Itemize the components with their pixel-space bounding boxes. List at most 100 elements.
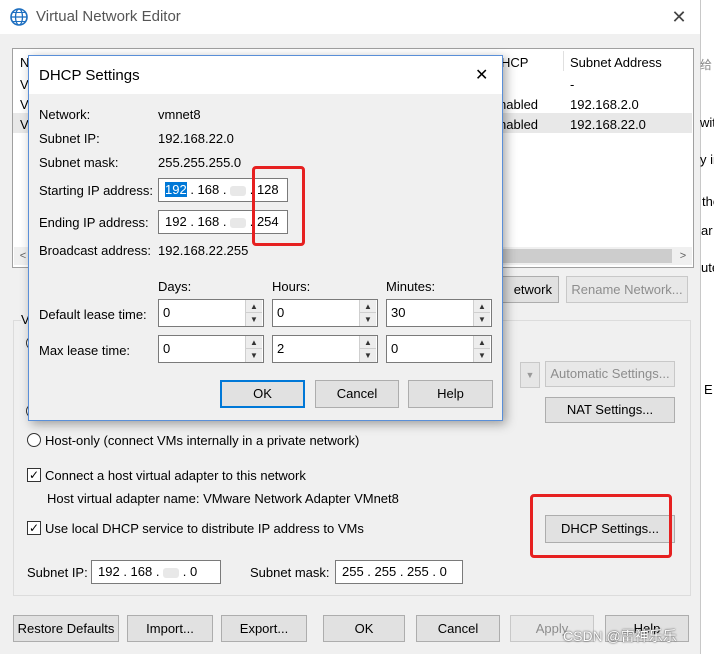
globe-network-icon	[10, 8, 28, 26]
redacted-octet	[230, 217, 247, 228]
table-row-dhcp-cell: nabled	[499, 97, 539, 112]
ending-ip-label: Ending IP address:	[39, 215, 149, 230]
spinner-value: 0	[391, 341, 399, 356]
dialog-cancel-button[interactable]: Cancel	[315, 380, 399, 408]
table-row-subnet-cell: -	[570, 77, 575, 92]
import-button[interactable]: Import...	[127, 615, 213, 642]
spin-down-icon[interactable]: ▼	[360, 313, 376, 326]
automatic-settings-button[interactable]: Automatic Settings...	[545, 361, 675, 387]
ip-octet-4: 0	[189, 564, 198, 579]
days-label: Days:	[158, 279, 192, 294]
hours-label: Hours:	[272, 279, 311, 294]
network-label: Network:	[39, 107, 91, 122]
edge-text: 给	[700, 58, 713, 72]
dialog-title: DHCP Settings	[39, 67, 140, 84]
close-icon[interactable]: ✕	[668, 6, 690, 28]
spin-up-icon[interactable]: ▲	[246, 336, 262, 349]
bridged-dropdown-arrow[interactable]: ▼	[520, 362, 540, 388]
use-dhcp-checkbox[interactable]: ✓	[27, 521, 41, 535]
edge-text: ute	[701, 260, 714, 275]
highlight-box	[530, 494, 672, 558]
highlight-box	[252, 166, 305, 246]
edge-text: with	[700, 115, 714, 130]
connect-adapter-label: Connect a host virtual adapter to this n…	[45, 468, 306, 483]
column-header-dhcp[interactable]: HCP	[501, 55, 528, 70]
close-icon[interactable]: ✕	[475, 65, 488, 85]
dialog-titlebar: DHCP Settings ✕	[29, 56, 502, 94]
redacted-octet	[230, 185, 247, 196]
spin-down-icon[interactable]: ▼	[246, 313, 262, 326]
spin-up-icon[interactable]: ▲	[360, 336, 376, 349]
connect-adapter-checkbox[interactable]: ✓	[27, 468, 41, 482]
max-lease-label: Max lease time:	[39, 343, 131, 358]
spinner-value: 0	[163, 341, 171, 356]
broadcast-label: Broadcast address:	[39, 243, 152, 258]
spin-up-icon[interactable]: ▲	[474, 300, 490, 313]
column-divider	[563, 51, 564, 71]
default-days-spinner[interactable]: 0 ▲ ▼	[158, 299, 264, 327]
window-title: Virtual Network Editor	[36, 8, 181, 25]
default-hours-spinner[interactable]: 0 ▲ ▼	[272, 299, 378, 327]
subnet-mask-label: Subnet mask:	[39, 155, 119, 170]
default-lease-label: Default lease time:	[39, 307, 147, 322]
column-header-subnet[interactable]: Subnet Address	[570, 55, 662, 70]
subnet-mask-field[interactable]: 255 . 255 . 255 . 0	[335, 560, 463, 584]
subnet-ip-field[interactable]: 192 . 168 . . 0	[91, 560, 221, 584]
ok-button[interactable]: OK	[323, 615, 405, 642]
redacted-octet	[163, 567, 180, 578]
starting-ip-label: Starting IP address:	[39, 183, 153, 198]
subnet-mask-value: 255.255.255.0	[158, 155, 242, 170]
spin-down-icon[interactable]: ▼	[360, 349, 376, 362]
adapter-name-label: Host virtual adapter name: VMware Networ…	[47, 491, 399, 506]
ip-octet-2: 168	[197, 182, 220, 197]
subnet-ip-value: 192.168.22.0	[158, 131, 234, 146]
ip-octet-1: 192	[165, 182, 187, 197]
edge-text: ar	[701, 223, 713, 238]
nat-settings-button[interactable]: NAT Settings...	[545, 397, 675, 423]
spin-up-icon[interactable]: ▲	[474, 336, 490, 349]
network-value: vmnet8	[158, 107, 201, 122]
spin-down-icon[interactable]: ▼	[474, 349, 490, 362]
table-row-subnet-cell: 192.168.2.0	[570, 97, 639, 112]
dhcp-settings-dialog: DHCP Settings ✕ Network: vmnet8 Subnet I…	[28, 55, 503, 421]
table-row-subnet-cell: 192.168.22.0	[570, 117, 646, 132]
max-hours-spinner[interactable]: 2 ▲ ▼	[272, 335, 378, 363]
watermark: CSDN @雷神乐乐	[563, 628, 677, 644]
broadcast-value: 192.168.22.255	[158, 243, 249, 258]
spin-up-icon[interactable]: ▲	[246, 300, 262, 313]
dialog-ok-button[interactable]: OK	[220, 380, 305, 408]
ip-octet-2: 168	[130, 564, 153, 579]
edge-text: y in	[700, 152, 714, 167]
background-window-edge	[701, 0, 714, 654]
restore-defaults-button[interactable]: Restore Defaults	[13, 615, 119, 642]
spin-up-icon[interactable]: ▲	[360, 300, 376, 313]
host-only-radio[interactable]	[27, 433, 41, 447]
edge-text: E	[704, 382, 713, 397]
use-dhcp-label: Use local DHCP service to distribute IP …	[45, 521, 364, 536]
export-button[interactable]: Export...	[221, 615, 307, 642]
spinner-value: 0	[277, 305, 285, 320]
table-row-dhcp-cell: nabled	[499, 117, 539, 132]
ip-octet-1: 192	[165, 214, 187, 229]
subnet-mask-label: Subnet mask:	[250, 565, 330, 580]
spinner-value: 2	[277, 341, 285, 356]
dialog-help-button[interactable]: Help	[408, 380, 493, 408]
main-titlebar: Virtual Network Editor ✕	[0, 0, 700, 34]
ip-octet-1: 192	[98, 564, 120, 579]
edge-text: the	[702, 194, 714, 209]
ip-octet-2: 168	[197, 214, 220, 229]
minutes-label: Minutes:	[386, 279, 436, 294]
spin-down-icon[interactable]: ▼	[474, 313, 490, 326]
spinner-value: 0	[163, 305, 171, 320]
max-minutes-spinner[interactable]: 0 ▲ ▼	[386, 335, 492, 363]
cancel-button[interactable]: Cancel	[416, 615, 500, 642]
subnet-ip-label: Subnet IP:	[27, 565, 88, 580]
host-only-label: Host-only (connect VMs internally in a p…	[45, 433, 360, 448]
default-minutes-spinner[interactable]: 30 ▲ ▼	[386, 299, 492, 327]
scroll-right-icon[interactable]: >	[676, 249, 690, 263]
max-days-spinner[interactable]: 0 ▲ ▼	[158, 335, 264, 363]
add-network-button[interactable]: etwork	[495, 276, 559, 303]
spin-down-icon[interactable]: ▼	[246, 349, 262, 362]
rename-network-button[interactable]: Rename Network...	[566, 276, 688, 303]
subnet-ip-label: Subnet IP:	[39, 131, 100, 146]
